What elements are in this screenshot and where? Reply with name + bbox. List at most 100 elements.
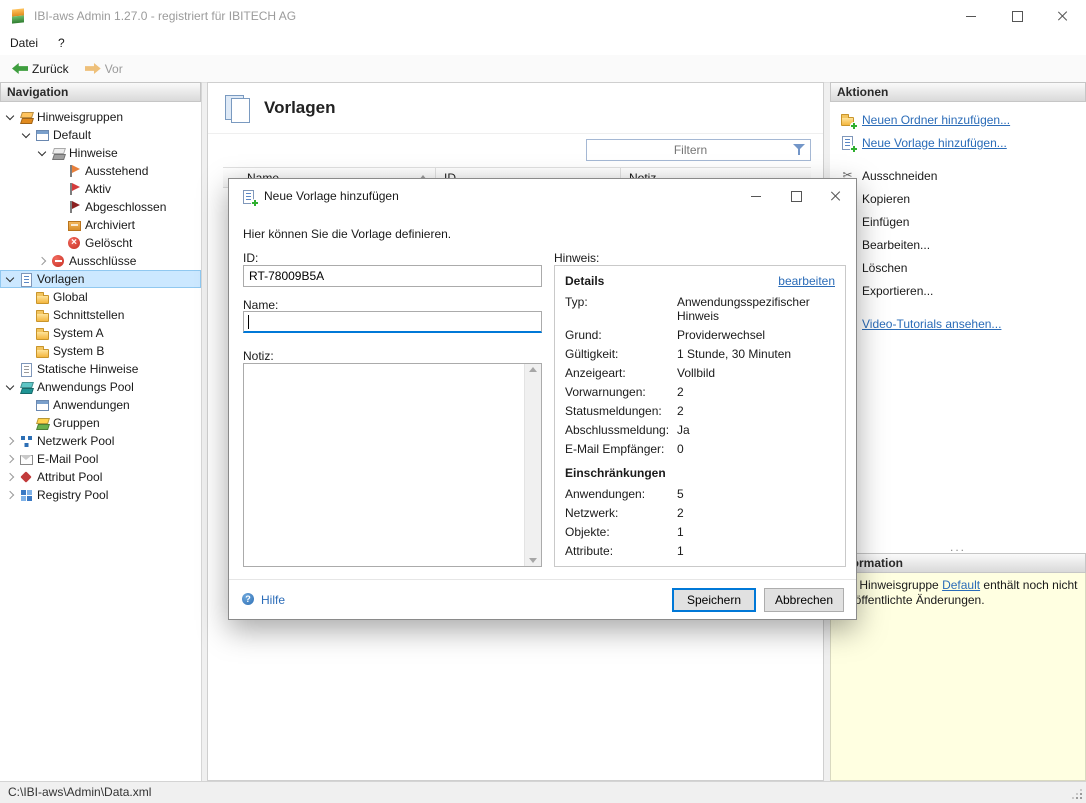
tree-item-abgeschlossen[interactable]: Abgeschlossen [0, 198, 201, 216]
close-button[interactable] [1040, 0, 1086, 32]
chevron-down-icon[interactable] [20, 129, 32, 141]
detail-label: Abschlussmeldung: [565, 423, 677, 437]
tree-label: Gelöscht [85, 236, 132, 250]
tree-item-anwendungs-pool[interactable]: Anwendungs Pool [0, 378, 201, 396]
menu-help[interactable]: ? [48, 32, 75, 55]
action-edit[interactable]: Bearbeiten... [830, 233, 1086, 256]
name-field-wrapper [243, 311, 542, 333]
folder-icon [35, 326, 50, 341]
chevron-spacer [20, 309, 32, 321]
attribute-pool-icon [19, 470, 34, 485]
tree-item-anwendungen[interactable]: Anwendungen [0, 396, 201, 414]
detail-label: Gültigkeit: [565, 347, 677, 361]
action-delete[interactable]: Löschen [830, 256, 1086, 279]
restriction-row: Objekte:1 [565, 525, 835, 539]
minimize-icon [966, 16, 976, 17]
dialog-minimize-button[interactable] [736, 179, 776, 213]
save-button[interactable]: Speichern [672, 588, 756, 612]
tree-item-default[interactable]: Default [0, 126, 201, 144]
dialog-maximize-button[interactable] [776, 179, 816, 213]
edit-hint-link[interactable]: bearbeiten [778, 274, 835, 288]
tree-item-schnittstellen[interactable]: Schnittstellen [0, 306, 201, 324]
tree-item-gruppen[interactable]: Gruppen [0, 414, 201, 432]
note-field[interactable] [244, 364, 524, 566]
scroll-up-icon[interactable] [529, 367, 537, 372]
minimize-button[interactable] [948, 0, 994, 32]
tree-item-global[interactable]: Global [0, 288, 201, 306]
chevron-right-icon[interactable] [4, 471, 16, 483]
detail-value: Anwendungsspezifischer Hinweis [677, 295, 835, 323]
chevron-right-icon[interactable] [4, 435, 16, 447]
tree-item-ausstehend[interactable]: Ausstehend [0, 162, 201, 180]
cancel-button[interactable]: Abbrechen [764, 588, 844, 612]
window-title: IBI-aws Admin 1.27.0 - registriert für I… [34, 9, 296, 23]
default-group-link[interactable]: Default [942, 578, 980, 592]
tree-item-geloescht[interactable]: Gelöscht [0, 234, 201, 252]
tree-item-system-b[interactable]: System B [0, 342, 201, 360]
detail-value: 1 Stunde, 30 Minuten [677, 347, 835, 361]
resize-grip[interactable] [1072, 789, 1082, 799]
action-new-folder[interactable]: Neuen Ordner hinzufügen... [830, 108, 1086, 131]
chevron-down-icon[interactable] [4, 381, 16, 393]
action-label: Löschen [862, 261, 907, 275]
chevron-spacer [20, 291, 32, 303]
action-new-template[interactable]: Neue Vorlage hinzufügen... [830, 131, 1086, 154]
back-button[interactable]: Zurück [6, 60, 75, 78]
dialog-close-button[interactable] [816, 179, 856, 213]
action-export[interactable]: Exportieren... [830, 279, 1086, 302]
tree-item-hinweise[interactable]: Hinweise [0, 144, 201, 162]
templates-icon [19, 272, 34, 287]
tree-label: Default [53, 128, 91, 142]
note-scrollbar[interactable] [524, 364, 541, 566]
action-label: Bearbeiten... [862, 238, 930, 252]
maximize-button[interactable] [994, 0, 1040, 32]
dialog-footer: Hilfe Speichern Abbrechen [229, 579, 856, 619]
detail-value: 2 [677, 385, 835, 399]
chevron-down-icon[interactable] [36, 147, 48, 159]
chevron-right-icon[interactable] [4, 453, 16, 465]
chevron-spacer [20, 417, 32, 429]
action-cut[interactable]: Ausschneiden [830, 164, 1086, 187]
tree-item-email-pool[interactable]: E-Mail Pool [0, 450, 201, 468]
detail-value: 1 [677, 525, 835, 539]
chevron-down-icon[interactable] [4, 273, 16, 285]
tree-item-statische-hinweise[interactable]: Statische Hinweise [0, 360, 201, 378]
tree-label: E-Mail Pool [37, 452, 98, 466]
tree-item-archiviert[interactable]: Archiviert [0, 216, 201, 234]
maximize-icon [1012, 11, 1023, 22]
detail-label: Anzeigeart: [565, 366, 677, 380]
action-label: Kopieren [862, 192, 910, 206]
deleted-icon [67, 236, 82, 251]
tree-item-hinweisgruppen[interactable]: Hinweisgruppen [0, 108, 201, 126]
detail-row: Typ:Anwendungsspezifischer Hinweis [565, 295, 835, 323]
flag-pending-icon [67, 164, 82, 179]
forward-label: Vor [105, 62, 123, 76]
action-paste[interactable]: Einfügen [830, 210, 1086, 233]
tree-item-attribut-pool[interactable]: Attribut Pool [0, 468, 201, 486]
name-field[interactable] [243, 311, 542, 333]
chevron-down-icon[interactable] [4, 111, 16, 123]
toolbar: Zurück Vor [0, 55, 1086, 83]
tree-item-vorlagen[interactable]: Vorlagen [0, 270, 201, 288]
exclusions-icon [51, 254, 66, 269]
tree-label: Global [53, 290, 88, 304]
action-copy[interactable]: Kopieren [830, 187, 1086, 210]
menu-datei[interactable]: Datei [0, 32, 48, 55]
tree-item-system-a[interactable]: System A [0, 324, 201, 342]
filter-funnel-icon[interactable] [792, 143, 806, 156]
tree-item-aktiv[interactable]: Aktiv [0, 180, 201, 198]
tree-item-netzwerk-pool[interactable]: Netzwerk Pool [0, 432, 201, 450]
chevron-spacer [4, 363, 16, 375]
filter-input[interactable] [586, 139, 811, 161]
chevron-right-icon[interactable] [36, 255, 48, 267]
chevron-right-icon[interactable] [4, 489, 16, 501]
forward-button[interactable]: Vor [79, 60, 129, 78]
help-link[interactable]: Hilfe [241, 592, 285, 607]
id-field[interactable] [243, 265, 542, 287]
action-video-tutorials[interactable]: Video-Tutorials ansehen... [830, 312, 1086, 335]
scroll-down-icon[interactable] [529, 558, 537, 563]
tree-label: System A [53, 326, 104, 340]
panel-splitter[interactable]: ... [830, 540, 1086, 554]
tree-item-ausschluesse[interactable]: Ausschlüsse [0, 252, 201, 270]
tree-item-registry-pool[interactable]: Registry Pool [0, 486, 201, 504]
